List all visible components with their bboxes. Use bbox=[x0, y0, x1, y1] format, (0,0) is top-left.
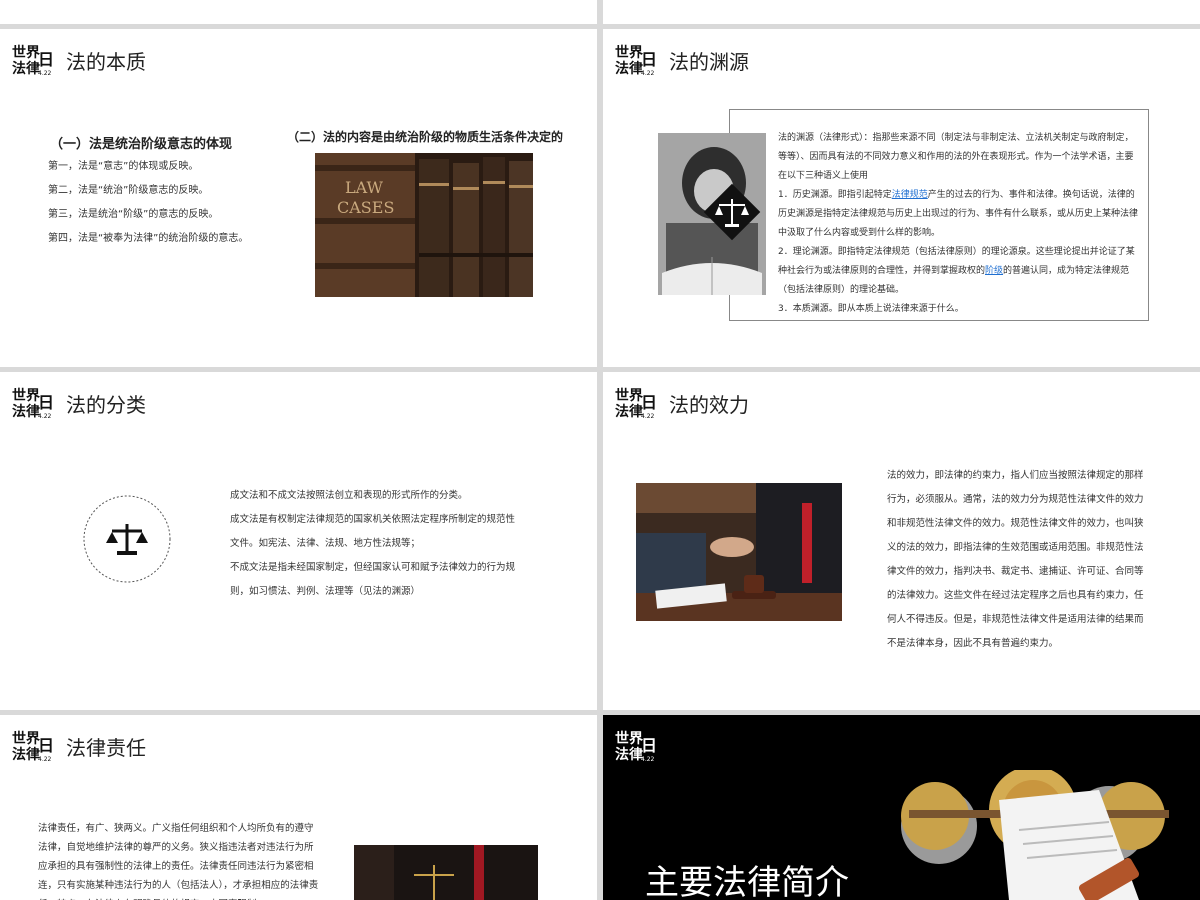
scales-illustration bbox=[901, 770, 1169, 900]
svg-text:世界: 世界 bbox=[615, 44, 644, 61]
svg-text:日: 日 bbox=[641, 736, 657, 755]
slide-essence[interactable]: 世界 法律 日 4.22 法的本质 （一）法是统治阶级意志的体现 第一，法是“意… bbox=[0, 29, 597, 367]
slide-effect[interactable]: 世界 法律 日 4.22 法的效力 法的效力，即法律的约束力，指人们应当按照法律… bbox=[603, 372, 1200, 710]
list-item: 第二，法是“统治”阶级意志的反映。 bbox=[48, 185, 209, 196]
svg-text:世界: 世界 bbox=[615, 730, 644, 747]
sources-text: 法的渊源（法律形式）：指那些来源不同（制定法与非制定法、立法机关制定与政府制定，… bbox=[778, 129, 1138, 319]
classification-text: 成文法和不成文法按照法创立和表现的形式所作的分类。 成文法是有权制定法律规范的国… bbox=[230, 484, 515, 604]
logo-icon: 世界 法律 日 4.22 bbox=[12, 44, 54, 77]
svg-text:法律: 法律 bbox=[12, 403, 40, 420]
svg-text:世界: 世界 bbox=[12, 730, 41, 747]
logo-icon: 世界 法律 日 4.22 bbox=[615, 730, 657, 763]
slide-sources[interactable]: 世界 法律 日 4.22 法的渊源 法的渊源（法律形式）：指那些来源不同（制定法… bbox=[603, 29, 1200, 367]
law-books-image: LAW CASES bbox=[315, 153, 533, 297]
slide-title: 法的本质 bbox=[66, 50, 146, 74]
svg-text:4.22: 4.22 bbox=[38, 756, 52, 763]
svg-text:LAW: LAW bbox=[345, 178, 384, 197]
courtroom-image bbox=[354, 845, 538, 900]
svg-text:日: 日 bbox=[38, 50, 54, 69]
link-legal-norm[interactable]: 法律规范 bbox=[892, 190, 928, 200]
paragraph: 不成文法是指未经国家制定，但经国家认可和赋予法律效力的行为规则，如习惯法、判例、… bbox=[230, 562, 516, 597]
subheading-1: （一）法是统治阶级意志的体现 bbox=[50, 137, 233, 152]
subheading-2: （二）法的内容是由统治阶级的物质生活条件决定的 bbox=[287, 130, 564, 144]
svg-text:4.22: 4.22 bbox=[641, 413, 655, 420]
slide-partial-left[interactable] bbox=[0, 0, 597, 24]
logo-icon: 世界 法律 日 4.22 bbox=[615, 44, 657, 77]
list-item: 第四，法是“被奉为法律”的统治阶级的意志。 bbox=[48, 233, 249, 244]
svg-text:法律: 法律 bbox=[615, 746, 643, 763]
svg-text:4.22: 4.22 bbox=[38, 413, 52, 420]
svg-text:日: 日 bbox=[641, 393, 657, 412]
section-title: 主要法律简介 bbox=[645, 863, 849, 900]
logo-icon: 世界 法律 日 4.22 bbox=[615, 387, 657, 420]
svg-text:日: 日 bbox=[641, 50, 657, 69]
essence-list: 第一，法是“意志”的体现或反映。 第二，法是“统治”阶级意志的反映。 第三，法是… bbox=[48, 155, 278, 251]
list-item: 第一，法是“意志”的体现或反映。 bbox=[48, 161, 199, 172]
svg-text:法律: 法律 bbox=[615, 403, 643, 420]
slide-title: 法的渊源 bbox=[669, 50, 749, 74]
link-class[interactable]: 阶级 bbox=[985, 266, 1003, 276]
svg-text:世界: 世界 bbox=[12, 387, 41, 404]
scales-icon bbox=[703, 183, 761, 241]
svg-text:世界: 世界 bbox=[615, 387, 644, 404]
scales-circle-icon bbox=[83, 495, 171, 583]
paragraph: 成文法是有权制定法律规范的国家机关依照法定程序所制定的规范性文件。如宪法、法律、… bbox=[230, 514, 516, 549]
logo-icon: 世界 法律 日 4.22 bbox=[12, 730, 54, 763]
handshake-gavel-image bbox=[636, 483, 842, 621]
svg-text:法律: 法律 bbox=[12, 746, 40, 763]
svg-text:4.22: 4.22 bbox=[38, 70, 52, 77]
paragraph: 1．历史渊源。即指引起特定法律规范产生的过去的行为、事件和法律。换句话说，法律的… bbox=[778, 190, 1139, 238]
slide-classification[interactable]: 世界 法律 日 4.22 法的分类 成文法和不成文法按照法创立和表现的形式所作的… bbox=[0, 372, 597, 710]
svg-text:法律: 法律 bbox=[615, 60, 643, 77]
svg-text:4.22: 4.22 bbox=[641, 70, 655, 77]
paragraph: 3．本质渊源。即从本质上说法律来源于什么。 bbox=[778, 304, 964, 314]
svg-text:4.22: 4.22 bbox=[641, 756, 655, 763]
slide-title: 法律责任 bbox=[66, 736, 146, 760]
svg-text:法律: 法律 bbox=[12, 60, 40, 77]
paragraph: 成文法和不成文法按照法创立和表现的形式所作的分类。 bbox=[230, 490, 468, 501]
slide-title: 法的分类 bbox=[66, 393, 146, 417]
svg-text:日: 日 bbox=[38, 393, 54, 412]
svg-text:世界: 世界 bbox=[12, 44, 41, 61]
list-item: 第三，法是统治“阶级”的意志的反映。 bbox=[48, 209, 219, 220]
slide-major-laws[interactable]: 世界 法律 日 4.22 主要法律简介 bbox=[603, 715, 1200, 900]
slide-title: 法的效力 bbox=[669, 393, 749, 417]
svg-text:CASES: CASES bbox=[337, 198, 394, 217]
logo-icon: 世界 法律 日 4.22 bbox=[12, 387, 54, 420]
effect-text: 法的效力，即法律的约束力，指人们应当按照法律规定的那样行为，必须服从。通常，法的… bbox=[887, 470, 1144, 649]
liability-text: 法律责任，有广、狭两义。广义指任何组织和个人均所负有的遵守法律，自觉地维护法律的… bbox=[38, 823, 319, 900]
svg-text:日: 日 bbox=[38, 736, 54, 755]
slide-liability[interactable]: 世界 法律 日 4.22 法律责任 法律责任，有广、狭两义。广义指任何组织和个人… bbox=[0, 715, 597, 900]
paragraph: 2．理论渊源。即指特定法律规范（包括法律原则）的理论源泉。这些理论提出并论证了某… bbox=[778, 247, 1135, 295]
paragraph: 法的渊源（法律形式）：指那些来源不同（制定法与非制定法、立法机关制定与政府制定，… bbox=[778, 133, 1134, 181]
slide-partial-right[interactable] bbox=[603, 0, 1200, 24]
